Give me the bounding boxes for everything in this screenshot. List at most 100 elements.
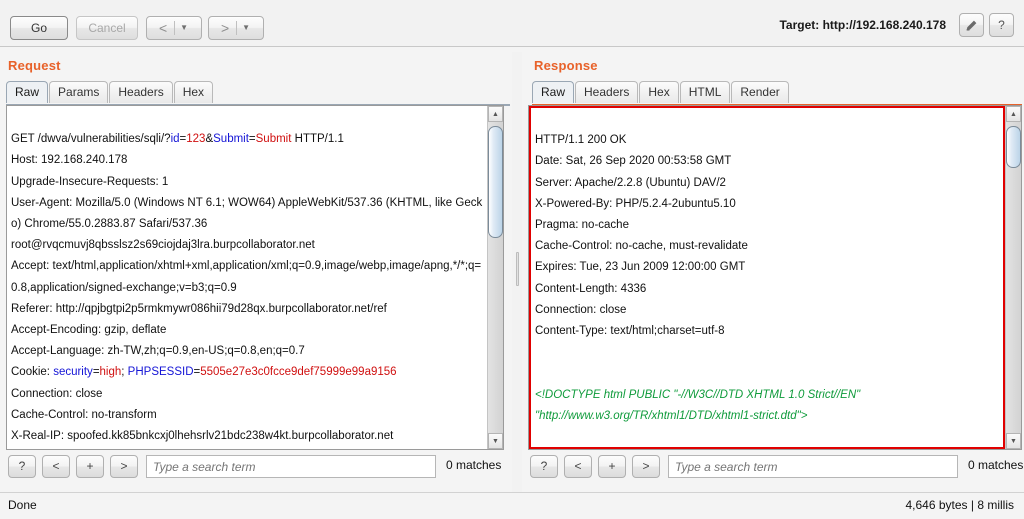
- response-line-3: X-Powered-By: PHP/5.2.4-2ubuntu5.10: [535, 197, 736, 210]
- response-line-1: Date: Sat, 26 Sep 2020 00:53:58 GMT: [535, 155, 732, 168]
- edit-target-button[interactable]: [959, 13, 984, 37]
- request-panel: Request Raw Params Headers Hex GET /dwva…: [0, 47, 512, 496]
- status-bar: [0, 492, 1024, 519]
- request-search-help-button[interactable]: ?: [8, 455, 36, 478]
- chevron-down-icon[interactable]: ▼: [237, 17, 255, 39]
- request-match-count: 0 matches: [446, 458, 502, 472]
- request-cookie-line: Cookie: security=high; PHPSESSID=5505e27…: [11, 362, 484, 383]
- request-title: Request: [8, 58, 61, 73]
- response-scroll-track[interactable]: [1006, 122, 1021, 433]
- go-button[interactable]: Go: [10, 16, 68, 40]
- tab-response-headers[interactable]: Headers: [575, 81, 639, 103]
- tab-request-raw[interactable]: Raw: [6, 81, 49, 103]
- cancel-button: Cancel: [76, 16, 138, 40]
- burp-repeater-window: Go Cancel < ▼ > ▼ Target: http://192.168…: [0, 0, 1024, 519]
- cookie-name-2: PHPSESSID: [127, 366, 194, 379]
- scroll-up-icon[interactable]: ▲: [1006, 106, 1021, 122]
- top-toolbar: Go Cancel < ▼ > ▼ Target: http://192.168…: [0, 0, 1024, 47]
- request-line-7: Accept-Encoding: gzip, deflate: [11, 324, 167, 337]
- cookie-prefix: Cookie:: [11, 366, 54, 379]
- tab-response-raw[interactable]: Raw: [532, 81, 575, 103]
- response-blank-3: [535, 427, 1000, 447]
- request-search-next-button[interactable]: >: [110, 455, 138, 478]
- request-param2-value: Submit: [255, 133, 292, 146]
- response-blank-1: [535, 342, 1000, 363]
- request-scroll-track[interactable]: [488, 122, 503, 433]
- request-param2-name: Submit: [213, 133, 249, 146]
- target-label: Target: http://192.168.240.178: [779, 18, 946, 32]
- request-line-3: User-Agent: Mozilla/5.0 (Windows NT 6.1;…: [11, 196, 483, 231]
- request-search-add-button[interactable]: +: [76, 455, 104, 478]
- next-button[interactable]: > ▼: [208, 16, 264, 40]
- tab-response-render[interactable]: Render: [731, 81, 789, 103]
- help-button[interactable]: ?: [989, 13, 1014, 37]
- pencil-icon: [966, 20, 977, 31]
- response-size-timing: 4,646 bytes | 8 millis: [905, 498, 1015, 512]
- request-editor[interactable]: GET /dwva/vulnerabilities/sqli/?id=123&S…: [6, 105, 504, 450]
- response-editor[interactable]: HTTP/1.1 200 OK Date: Sat, 26 Sep 2020 00…: [528, 105, 1022, 450]
- request-line-1: Host: 192.168.240.178: [11, 154, 128, 167]
- request-line-13: X-Client-IP: spoofed.oh998rhgunxpeiewops…: [11, 447, 484, 449]
- eq-3: =: [92, 366, 100, 379]
- response-vertical-scrollbar[interactable]: ▲ ▼: [1005, 106, 1021, 449]
- tab-response-hex[interactable]: Hex: [639, 81, 679, 103]
- response-doctype-line-1: <!DOCTYPE html PUBLIC "-//W3C//DTD XHTML…: [535, 388, 861, 401]
- target-area: Target: http://192.168.240.178 ?: [779, 13, 1014, 37]
- panel-divider[interactable]: [512, 52, 522, 492]
- response-raw-text[interactable]: HTTP/1.1 200 OK Date: Sat, 26 Sep 2020 00…: [529, 106, 1005, 449]
- response-line-8: Connection: close: [535, 303, 627, 316]
- chevron-down-icon[interactable]: ▼: [175, 17, 193, 39]
- chevron-left-icon: <: [158, 20, 168, 36]
- amp-1: &: [205, 133, 214, 146]
- response-line-6: Expires: Tue, 23 Jun 2009 12:00:00 GMT: [535, 261, 746, 274]
- response-scroll-thumb[interactable]: [1006, 126, 1021, 168]
- response-search-bar: ? < + > 0 matches: [528, 455, 1024, 479]
- request-line-11: Cache-Control: no-transform: [11, 408, 157, 421]
- response-search-next-button[interactable]: >: [632, 455, 660, 478]
- chevron-right-icon: >: [220, 20, 230, 36]
- request-line-8: Accept-Language: zh-TW,zh;q=0.9,en-US;q=…: [11, 345, 305, 358]
- request-search-bar: ? < + > 0 matches: [6, 455, 506, 479]
- response-line-7: Content-Length: 4336: [535, 282, 647, 295]
- request-raw-text[interactable]: GET /dwva/vulnerabilities/sqli/?id=123&S…: [7, 106, 487, 449]
- request-line-4: root@rvqcmuvj8qbsslsz2s69ciojdaj3lra.bur…: [11, 239, 315, 252]
- cookie-value-2: 5505e27e3c0fcce9def75999e99a9156: [200, 366, 397, 379]
- response-doctype-line-2: "http://www.w3.org/TR/xhtml1/DTD/xhtml1-…: [535, 409, 808, 422]
- divider-grip-icon[interactable]: [516, 252, 519, 286]
- request-search-prev-button[interactable]: <: [42, 455, 70, 478]
- tab-response-html[interactable]: HTML: [679, 81, 731, 103]
- response-title: Response: [534, 58, 598, 73]
- response-line-0: HTTP/1.1 200 OK: [535, 134, 627, 147]
- response-panel: Response Raw Headers Hex HTML Render HTT…: [524, 47, 1024, 496]
- request-line-0: GET /dwva/vulnerabilities/sqli/?id=123&S…: [11, 129, 484, 150]
- response-search-help-button[interactable]: ?: [530, 455, 558, 478]
- tab-request-params[interactable]: Params: [49, 81, 109, 103]
- prev-button[interactable]: < ▼: [146, 16, 202, 40]
- request-search-input[interactable]: [146, 455, 436, 478]
- request-method-path: GET /dwva/vulnerabilities/sqli/?: [11, 133, 171, 146]
- request-http-version: HTTP/1.1: [291, 133, 344, 146]
- request-line-6: Referer: http://qpjbgtpi2p5rmkmywr086hii…: [11, 302, 387, 315]
- tab-request-headers[interactable]: Headers: [109, 81, 173, 103]
- request-scroll-thumb[interactable]: [488, 126, 503, 238]
- request-tabstrip: Raw Params Headers Hex: [6, 81, 510, 106]
- cookie-name-1: security: [53, 366, 93, 379]
- scroll-down-icon[interactable]: ▼: [488, 433, 503, 449]
- response-match-count: 0 matches: [968, 458, 1024, 472]
- response-search-input[interactable]: [668, 455, 958, 478]
- scroll-down-icon[interactable]: ▼: [1006, 433, 1021, 449]
- response-tabstrip: Raw Headers Hex HTML Render: [532, 81, 1022, 106]
- response-search-add-button[interactable]: +: [598, 455, 626, 478]
- scroll-up-icon[interactable]: ▲: [488, 106, 503, 122]
- request-vertical-scrollbar[interactable]: ▲ ▼: [487, 106, 503, 449]
- cookie-value-1: high: [99, 366, 122, 379]
- response-search-prev-button[interactable]: <: [564, 455, 592, 478]
- tab-request-hex[interactable]: Hex: [173, 81, 214, 103]
- response-line-9: Content-Type: text/html;charset=utf-8: [535, 325, 725, 338]
- response-line-2: Server: Apache/2.2.8 (Ubuntu) DAV/2: [535, 176, 726, 189]
- request-line-2: Upgrade-Insecure-Requests: 1: [11, 175, 169, 188]
- response-line-4: Pragma: no-cache: [535, 219, 629, 232]
- request-line-5: Accept: text/html,application/xhtml+xml,…: [11, 260, 482, 294]
- response-line-5: Cache-Control: no-cache, must-revalidate: [535, 240, 748, 253]
- eq-2: =: [248, 133, 256, 146]
